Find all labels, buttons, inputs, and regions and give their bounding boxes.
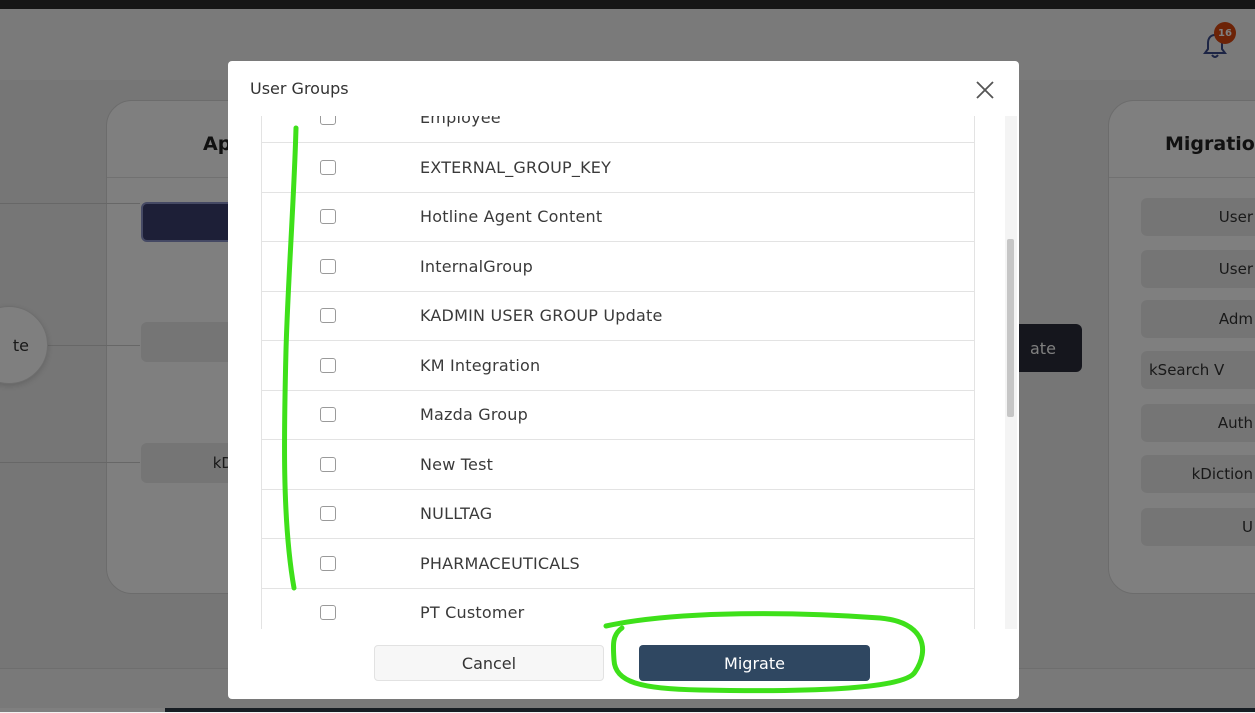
group-label: Hotline Agent Content [420,207,603,226]
group-label: KM Integration [420,356,541,375]
group-label: Employee [420,116,501,127]
list-item[interactable]: NULLTAG [262,490,974,539]
group-checkbox[interactable] [320,457,336,472]
group-list[interactable]: Employee EXTERNAL_GROUP_KEY Hotline Agen… [261,116,975,629]
group-checkbox[interactable] [320,358,336,373]
list-item[interactable]: PHARMACEUTICALS [262,540,974,589]
dialog-header: User Groups [228,61,1019,116]
list-scrollbar-thumb[interactable] [1007,239,1014,417]
user-groups-dialog: User Groups Employee EXTERNAL_GROUP_KEY … [228,61,1019,699]
group-checkbox[interactable] [320,116,336,125]
list-item[interactable]: KM Integration [262,342,974,391]
dialog-title: User Groups [250,79,349,98]
group-checkbox[interactable] [320,160,336,175]
list-item[interactable]: Mazda Group [262,391,974,440]
group-label: KADMIN USER GROUP Update [420,306,663,325]
group-label: PT Customer [420,603,525,622]
list-item[interactable]: KADMIN USER GROUP Update [262,292,974,341]
group-label: EXTERNAL_GROUP_KEY [420,158,612,177]
dialog-footer: Cancel Migrate [228,629,1019,699]
group-checkbox[interactable] [320,605,336,620]
group-label: InternalGroup [420,257,533,276]
group-label: PHARMACEUTICALS [420,554,580,573]
list-item[interactable]: Hotline Agent Content [262,193,974,242]
list-item[interactable]: New Test [262,441,974,490]
list-item[interactable]: Employee [262,116,974,143]
group-checkbox[interactable] [320,259,336,274]
close-icon[interactable] [972,77,998,103]
group-label: NULLTAG [420,504,493,523]
migrate-button[interactable]: Migrate [639,645,870,681]
cancel-button[interactable]: Cancel [374,645,604,681]
group-checkbox[interactable] [320,308,336,323]
group-label: Mazda Group [420,405,528,424]
group-label: New Test [420,455,494,474]
group-checkbox[interactable] [320,556,336,571]
group-checkbox[interactable] [320,209,336,224]
group-checkbox[interactable] [320,407,336,422]
list-item[interactable]: PT Customer [262,589,974,629]
list-item[interactable]: EXTERNAL_GROUP_KEY [262,144,974,193]
group-checkbox[interactable] [320,506,336,521]
list-item[interactable]: InternalGroup [262,243,974,292]
